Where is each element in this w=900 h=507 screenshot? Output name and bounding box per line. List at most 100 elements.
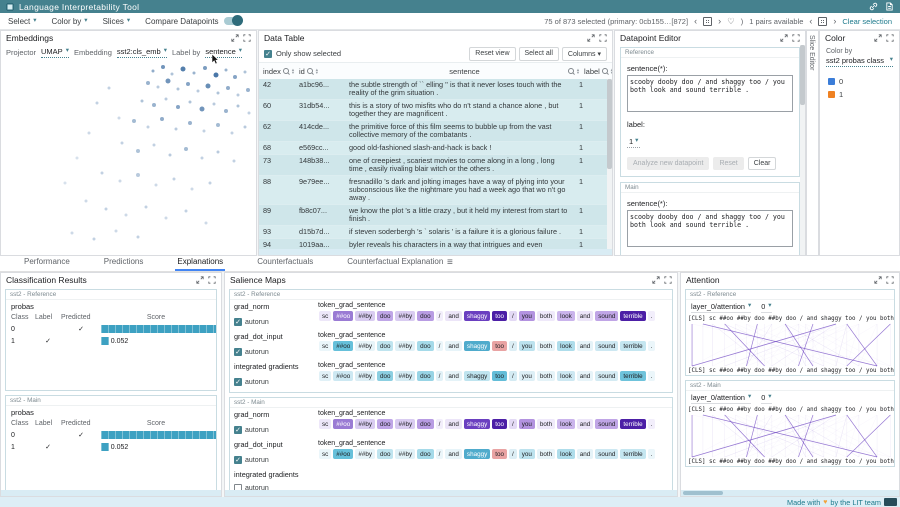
embedding-point[interactable] [248,112,251,115]
column-sentence[interactable]: sentence▲▼ [345,67,580,76]
minimize-icon[interactable] [874,276,882,284]
embedding-point[interactable] [244,126,247,129]
maximize-icon[interactable] [664,276,672,284]
embedding-point[interactable] [165,98,168,101]
horizontal-scrollbar[interactable] [1,490,221,496]
sentence-input[interactable]: scooby dooby doo / and shaggy too / you … [627,210,793,247]
tab-performance[interactable]: Performance [22,255,72,271]
column-label[interactable]: label▲▼ [580,67,612,76]
embedding-point[interactable] [193,72,196,75]
tab-counterfactuals[interactable]: Counterfactuals [255,255,315,271]
embedding-point[interactable] [160,117,164,121]
head-select[interactable]: 0▾ [761,302,771,313]
embedding-point[interactable] [213,103,216,106]
table-row[interactable]: 68e569cc...good old-fashioned slash-and-… [259,142,607,155]
compare-datapoints-toggle[interactable] [224,17,241,25]
sort-icon[interactable]: ▲▼ [610,68,613,74]
tab-predictions[interactable]: Predictions [102,255,146,271]
embedding-point[interactable] [244,71,247,74]
embedding-point[interactable] [115,230,118,233]
sort-icon[interactable]: ▲▼ [315,68,319,74]
embedding-point[interactable] [88,132,91,135]
maximize-icon[interactable] [886,276,894,284]
embedding-point[interactable] [96,102,99,105]
embedding-point[interactable] [152,70,155,73]
embedding-point[interactable] [137,236,140,239]
embedding-point[interactable] [184,147,188,151]
minimize-icon[interactable] [874,34,882,42]
embedding-point[interactable] [177,88,180,91]
embedding-point[interactable] [217,151,220,154]
embedding-point[interactable] [214,73,219,78]
reset-button[interactable]: Reset [713,157,743,170]
link-icon[interactable] [869,2,878,11]
drag-handle-icon[interactable]: ≡ [447,257,453,268]
embedding-point[interactable] [237,94,240,97]
embedding-point[interactable] [197,90,200,93]
embedding-point[interactable] [203,130,206,133]
favorite-icon[interactable]: ♡ [727,16,735,27]
embedding-point[interactable] [121,142,124,145]
embedding-point[interactable] [152,103,156,107]
tab-explanations[interactable]: Explanations [175,255,225,271]
search-icon[interactable] [283,68,289,74]
embedding-select[interactable]: sst2:cls_emb▾ [117,47,167,58]
search-icon[interactable] [307,68,313,74]
maximize-icon[interactable] [792,34,800,42]
embedding-point[interactable] [136,149,140,153]
table-row[interactable]: 73148b38...one of creepiest , scariest m… [259,155,607,176]
embedding-point[interactable] [155,184,158,187]
embedding-point[interactable] [141,100,144,103]
embedding-point[interactable] [186,82,190,86]
autorun-checkbox[interactable]: ✓ [234,318,242,326]
embedding-point[interactable] [185,210,188,213]
autorun-checkbox[interactable]: ✓ [234,456,242,464]
maximize-icon[interactable] [208,276,216,284]
embedding-point[interactable] [136,173,140,177]
analyze-new-datapoint-button[interactable]: Analyze new datapoint [627,157,709,170]
embedding-scatter[interactable] [1,63,257,253]
minimize-icon[interactable] [780,34,788,42]
horizontal-scrollbar[interactable] [681,490,899,496]
embedding-point[interactable] [169,154,172,157]
autorun-checkbox[interactable]: ✓ [234,378,242,386]
embedding-point[interactable] [118,117,121,120]
embedding-point[interactable] [146,81,150,85]
next-pair-icon[interactable]: › [833,17,836,26]
reset-view-button[interactable]: Reset view [469,47,515,61]
slice-editor-collapsed[interactable]: Slice Editor [806,30,819,256]
embedding-point[interactable] [216,123,220,127]
embedding-point[interactable] [93,238,96,241]
embedding-point[interactable] [165,217,168,220]
embedding-point[interactable] [200,107,205,112]
embedding-point[interactable] [166,79,171,84]
embedding-point[interactable] [181,67,186,72]
columns-button[interactable]: Columns ▾ [562,47,607,61]
embedding-point[interactable] [233,160,236,163]
embedding-point[interactable] [132,119,136,123]
autorun-checkbox[interactable]: ✓ [234,348,242,356]
horizontal-scrollbar[interactable] [225,490,677,496]
scrollbar-thumb[interactable] [683,491,723,495]
maximize-icon[interactable] [599,34,607,42]
table-row[interactable]: 941019aa...byler reveals his characters … [259,239,607,249]
prev-pair-icon[interactable]: ‹ [809,17,812,26]
embedding-point[interactable] [64,182,67,185]
embedding-point[interactable] [105,208,108,211]
table-row[interactable]: 62414cde...the primitive force of this f… [259,121,607,142]
select-all-button[interactable]: Select all [519,47,559,61]
autorun-checkbox[interactable]: ✓ [234,426,242,434]
next-datapoint-icon[interactable]: › [718,17,721,26]
embedding-point[interactable] [119,180,122,183]
minimize-icon[interactable] [196,276,204,284]
color-by-select[interactable]: sst2 probas class▾ [826,56,893,67]
vertical-scrollbar[interactable] [607,79,612,249]
color-by-menu[interactable]: Color by▾ [52,17,88,26]
column-id[interactable]: id▲▼ [295,67,345,76]
clear-selection-link[interactable]: Clear selection [842,17,892,26]
embedding-point[interactable] [157,86,160,89]
table-row[interactable]: 6031db54...this is a story of two misfit… [259,100,607,121]
minimize-icon[interactable] [231,34,239,42]
search-icon[interactable] [602,68,608,74]
embedding-point[interactable] [209,182,212,185]
